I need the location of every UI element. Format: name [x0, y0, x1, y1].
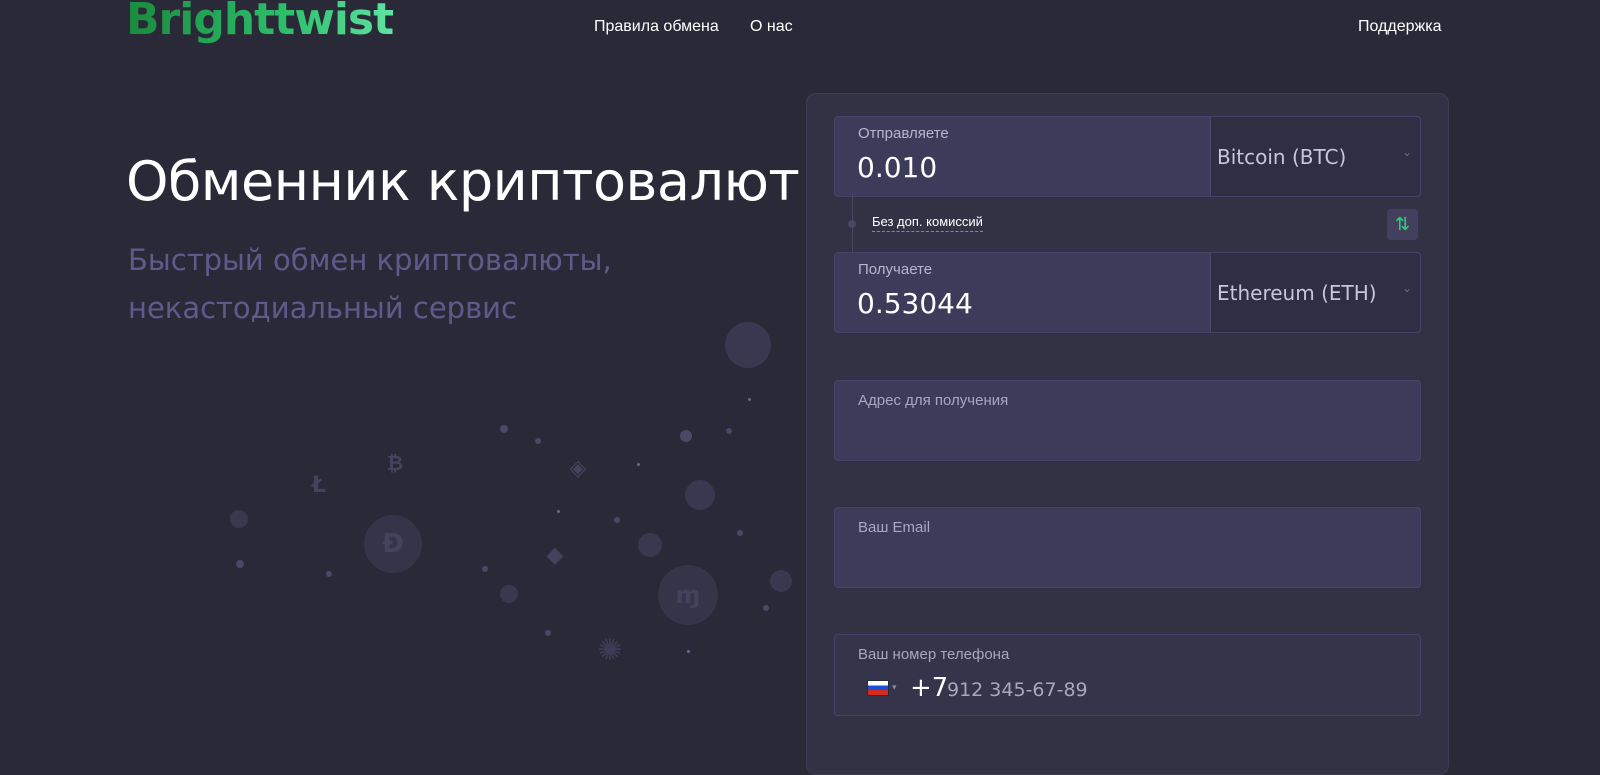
dogecoin-icon: Ð	[364, 515, 422, 573]
receive-label: Получаете	[858, 261, 933, 278]
cardano-icon: ✺	[597, 632, 623, 668]
swap-arrows-icon[interactable]: ⇅	[1387, 209, 1418, 240]
particle	[482, 566, 488, 572]
particle	[500, 425, 508, 433]
particle	[726, 428, 732, 434]
email-field[interactable]: Ваш Email	[834, 507, 1421, 588]
particle	[545, 630, 551, 636]
crypto-particles-decoration: Ð ɱ ₿ Ł ◈ ◆ ✺	[200, 320, 840, 720]
send-amount-field[interactable]: Отправляете 0.010	[835, 117, 1210, 196]
address-label: Адрес для получения	[858, 392, 1009, 409]
phone-label: Ваш номер телефона	[858, 646, 1010, 663]
particle	[770, 570, 792, 592]
receive-row: Получаете 0.53044 Ethereum (ETH) ⌄	[834, 252, 1421, 333]
ethereum-icon: ◆	[546, 542, 564, 568]
nav-about[interactable]: О нас	[750, 18, 793, 36]
send-currency-select[interactable]: Bitcoin (BTC) ⌄	[1210, 117, 1420, 196]
particle	[326, 571, 332, 577]
particle	[748, 398, 751, 401]
receive-amount-field[interactable]: Получаете 0.53044	[835, 253, 1210, 332]
monero-icon: ɱ	[658, 565, 718, 625]
particle	[763, 605, 769, 611]
phone-field[interactable]: Ваш номер телефона ▾ +7 912 345-67-89	[834, 634, 1421, 716]
particle	[236, 560, 244, 568]
particle	[685, 480, 715, 510]
nav-support[interactable]: Поддержка	[1358, 18, 1441, 36]
receive-currency-select[interactable]: Ethereum (ETH) ⌄	[1210, 253, 1420, 332]
hero-subtitle: Быстрый обмен криптовалюты, некастодиаль…	[128, 243, 612, 325]
chevron-down-icon: ⌄	[1401, 145, 1412, 159]
email-label: Ваш Email	[858, 519, 931, 536]
particle	[637, 463, 640, 466]
receive-currency-name: Ethereum (ETH)	[1217, 280, 1377, 305]
send-row: Отправляете 0.010 Bitcoin (BTC) ⌄	[834, 116, 1421, 197]
particle	[725, 322, 771, 368]
connector-dot	[848, 220, 856, 228]
caret-down-icon[interactable]: ▾	[892, 682, 897, 693]
country-code: +7	[910, 673, 949, 703]
litecoin-icon: Ł	[311, 472, 327, 498]
no-fee-link[interactable]: Без доп. комиссий	[872, 214, 983, 232]
chevron-down-icon: ⌄	[1401, 281, 1412, 295]
particle	[737, 530, 743, 536]
particle	[500, 585, 518, 603]
send-currency-name: Bitcoin (BTC)	[1217, 144, 1347, 169]
particle	[638, 533, 662, 557]
particle	[614, 517, 620, 523]
receive-amount-input[interactable]: 0.53044	[857, 287, 973, 320]
particle	[680, 430, 692, 442]
send-label: Отправляете	[858, 125, 949, 142]
particle	[557, 510, 560, 513]
russia-flag-icon[interactable]	[867, 680, 889, 696]
binance-icon: ◈	[569, 455, 587, 481]
phone-number-input[interactable]: 912 345-67-89	[947, 679, 1088, 701]
particle	[230, 510, 248, 528]
particle	[535, 438, 541, 444]
hero-title: Обменник криптовалют	[126, 150, 800, 213]
nav-exchange-rules[interactable]: Правила обмена	[594, 18, 719, 36]
address-input[interactable]: Адрес для получения	[834, 380, 1421, 461]
send-amount-input[interactable]: 0.010	[857, 151, 937, 184]
particle	[687, 650, 690, 653]
bitcoin-icon: ₿	[386, 450, 404, 475]
brand-logo[interactable]: Brighttwist	[126, 0, 394, 45]
